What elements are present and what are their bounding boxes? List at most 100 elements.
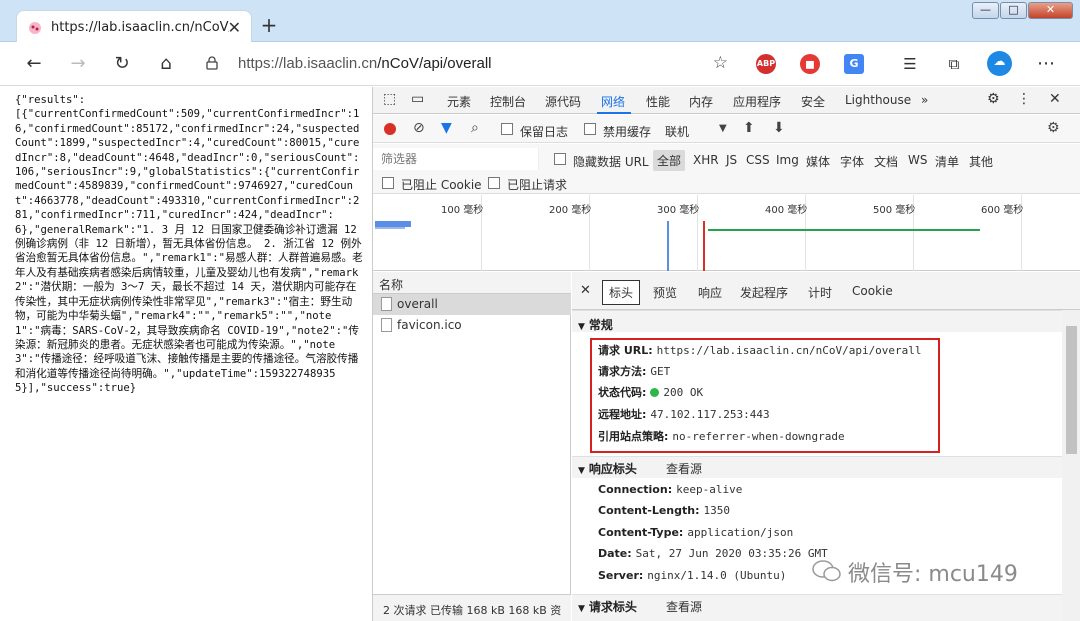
tab-lighthouse[interactable]: Lighthouse xyxy=(845,93,911,107)
hide-data-urls-label: 隐藏数据 URL xyxy=(573,155,649,169)
request-headers-title[interactable]: ▼ 请求标头 xyxy=(578,598,637,615)
header-row-connection: Connection: keep-alive xyxy=(598,483,742,496)
inspect-element-icon[interactable]: ⬚ xyxy=(383,91,396,107)
tab-performance[interactable]: 性能 xyxy=(646,93,670,110)
blocked-cookies-checkbox[interactable] xyxy=(382,177,394,189)
tab-timing[interactable]: 计时 xyxy=(808,284,832,301)
filter-input[interactable]: 筛选器 xyxy=(373,148,539,170)
tab-memory[interactable]: 内存 xyxy=(689,93,713,110)
record-icon[interactable] xyxy=(384,123,396,135)
favorites-list-icon[interactable]: ☰ xyxy=(898,52,922,76)
filter-type-manifest[interactable]: 清单 xyxy=(935,153,959,170)
filter-type-xhr[interactable]: XHR xyxy=(693,153,719,167)
tab-console[interactable]: 控制台 xyxy=(490,93,526,110)
filter-type-js[interactable]: JS xyxy=(726,153,737,167)
adblock-plus-icon[interactable]: ABP xyxy=(756,54,776,74)
general-section-header[interactable] xyxy=(572,310,1062,332)
list-item[interactable]: overall xyxy=(373,294,571,315)
timeline-tick-label: 100 毫秒 xyxy=(441,205,484,216)
header-key: Content-Type: xyxy=(598,526,684,539)
tab-sources[interactable]: 源代码 xyxy=(545,93,581,110)
forward-arrow-icon[interactable]: → xyxy=(66,52,90,76)
tab-response[interactable]: 响应 xyxy=(698,284,722,301)
filter-type-other[interactable]: 其他 xyxy=(969,153,993,170)
browser-tab[interactable]: https://lab.isaaclin.cn/nCoV/api/o ✕ xyxy=(16,10,252,43)
name-column-header[interactable]: 名称 xyxy=(373,272,571,294)
request-name: overall xyxy=(397,297,438,311)
collections-icon[interactable]: ⧉ xyxy=(942,52,966,76)
blocked-requests-checkbox[interactable] xyxy=(488,177,500,189)
tab-network[interactable]: 网络 xyxy=(601,93,625,110)
scrollbar-thumb[interactable] xyxy=(1066,326,1077,454)
window-close-button[interactable]: ✕ xyxy=(1028,2,1073,19)
triangle-down-icon: ▼ xyxy=(578,322,585,332)
devtools-close-icon[interactable]: ✕ xyxy=(1049,91,1061,107)
filter-type-media[interactable]: 媒体 xyxy=(806,153,830,170)
preserve-log-checkbox[interactable] xyxy=(501,123,513,135)
more-tabs-icon[interactable]: » xyxy=(921,93,928,107)
device-toolbar-icon[interactable]: ▭ xyxy=(411,91,424,107)
filter-type-font[interactable]: 字体 xyxy=(840,153,864,170)
export-har-icon[interactable]: ⬇ xyxy=(773,120,785,136)
view-source-link[interactable]: 查看源 xyxy=(666,598,702,615)
devtools-tab-bar: ⬚ ▭ 元素 控制台 源代码 网络 性能 内存 应用程序 安全 Lighthou… xyxy=(373,87,1080,114)
browser-toolbar: ← → ↻ ⌂ https://lab.isaaclin.cn/nCoV/api… xyxy=(0,42,1080,86)
view-source-link[interactable]: 查看源 xyxy=(666,460,702,477)
devtools-panel: ⬚ ▭ 元素 控制台 源代码 网络 性能 内存 应用程序 安全 Lighthou… xyxy=(372,87,1080,621)
filter-type-img[interactable]: Img xyxy=(776,153,799,167)
refresh-icon[interactable]: ↻ xyxy=(110,52,134,76)
tab-security[interactable]: 安全 xyxy=(801,93,825,110)
address-bar[interactable]: https://lab.isaaclin.cn/nCoV/api/overall… xyxy=(192,48,738,80)
lock-icon xyxy=(206,56,218,70)
disable-cache-checkbox[interactable] xyxy=(584,123,596,135)
json-response-text: {"results": [{"currentConfirmedCount":50… xyxy=(15,94,363,395)
network-overview-timeline[interactable]: 100 毫秒 200 毫秒 300 毫秒 400 毫秒 500 毫秒 600 毫… xyxy=(373,195,1080,271)
filter-type-doc[interactable]: 文档 xyxy=(874,153,898,170)
response-headers-section-header[interactable] xyxy=(572,456,1062,478)
throttling-select[interactable]: 联机 xyxy=(665,123,689,140)
more-menu-icon[interactable]: ⋯ xyxy=(1034,52,1058,76)
details-close-icon[interactable]: ✕ xyxy=(580,283,591,298)
tab-application[interactable]: 应用程序 xyxy=(733,93,781,110)
window-minimize-button[interactable]: — xyxy=(972,2,999,19)
filter-type-all[interactable]: 全部 xyxy=(653,150,686,171)
header-value: application/json xyxy=(687,526,794,539)
filter-type-ws[interactable]: WS xyxy=(908,153,927,167)
tab-elements[interactable]: 元素 xyxy=(447,93,471,110)
back-arrow-icon[interactable]: ← xyxy=(22,52,46,76)
profile-avatar[interactable]: ☁ xyxy=(987,51,1012,76)
tab-cookies[interactable]: Cookie xyxy=(852,284,893,298)
devtools-more-icon[interactable]: ⋮ xyxy=(1017,91,1031,107)
list-item[interactable]: favicon.ico xyxy=(373,315,571,336)
network-settings-icon[interactable]: ⚙ xyxy=(1047,120,1060,136)
favorite-star-icon[interactable]: ☆ xyxy=(713,53,728,73)
filter-type-css[interactable]: CSS xyxy=(746,153,770,167)
clear-icon[interactable]: ⊘ xyxy=(413,120,425,136)
translate-icon[interactable]: G xyxy=(844,54,864,74)
ublock-icon[interactable]: ◼ xyxy=(800,54,820,74)
tab-title: https://lab.isaaclin.cn/nCoV/api/o xyxy=(51,20,229,35)
hide-data-urls-checkbox[interactable] xyxy=(554,153,566,165)
tab-initiator[interactable]: 发起程序 xyxy=(740,284,788,301)
filter-icon[interactable]: ▼ xyxy=(441,120,452,136)
response-headers-title[interactable]: ▼ 响应标头 xyxy=(578,460,637,477)
general-section-title[interactable]: ▼ 常规 xyxy=(578,316,613,333)
settings-gear-icon[interactable]: ⚙ xyxy=(987,91,1000,107)
file-icon xyxy=(381,297,392,311)
header-key: Server: xyxy=(598,569,644,582)
import-har-icon[interactable]: ⬆ xyxy=(743,120,755,136)
chevron-down-icon[interactable]: ▼ xyxy=(719,123,727,134)
tab-preview[interactable]: 预览 xyxy=(653,284,677,301)
request-headers-section-header[interactable] xyxy=(572,594,1062,621)
details-scrollbar[interactable] xyxy=(1062,310,1080,621)
network-toolbar: ⊘ ▼ ⌕ 保留日志 禁用缓存 联机 ▼ ⬆ ⬇ ⚙ xyxy=(373,115,1080,143)
tab-close-icon[interactable]: ✕ xyxy=(228,18,241,37)
header-value: nginx/1.14.0 (Ubuntu) xyxy=(647,569,787,582)
home-icon[interactable]: ⌂ xyxy=(154,52,178,76)
tab-headers[interactable]: 标头 xyxy=(602,280,641,305)
triangle-down-icon: ▼ xyxy=(578,604,585,614)
window-maximize-button[interactable]: □ xyxy=(1000,2,1027,19)
search-icon[interactable]: ⌕ xyxy=(471,120,479,136)
new-tab-icon[interactable]: + xyxy=(258,14,280,36)
request-bar-download xyxy=(375,227,405,229)
